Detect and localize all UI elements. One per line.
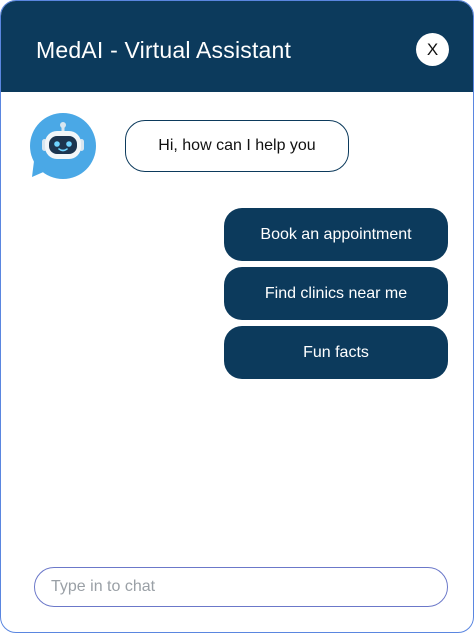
chat-header: MedAI - Virtual Assistant X <box>1 1 473 92</box>
find-clinics-button[interactable]: Find clinics near me <box>224 267 448 320</box>
fun-facts-button[interactable]: Fun facts <box>224 326 448 379</box>
bot-avatar-svg <box>30 113 96 179</box>
book-appointment-button[interactable]: Book an appointment <box>224 208 448 261</box>
chat-input[interactable] <box>34 567 448 607</box>
chat-window: MedAI - Virtual Assistant X Hi, how can … <box>0 0 474 633</box>
close-button[interactable]: X <box>416 33 449 66</box>
chat-title: MedAI - Virtual Assistant <box>36 37 292 63</box>
bot-message: Hi, how can I help you <box>125 120 349 172</box>
robot-icon <box>28 113 98 181</box>
